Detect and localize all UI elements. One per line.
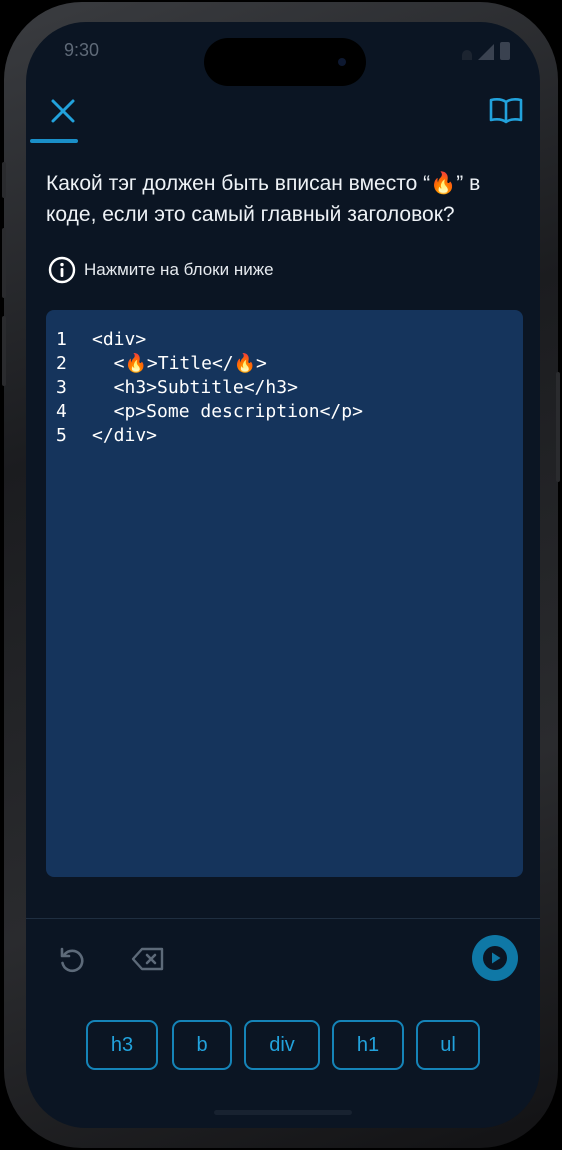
book-button[interactable]	[488, 96, 524, 126]
book-open-icon	[489, 98, 523, 124]
code-line: 2 <🔥>Title</🔥>	[56, 352, 363, 376]
code-text: <🔥>Title</🔥>	[92, 353, 267, 374]
battery-icon	[500, 42, 510, 60]
undo-button[interactable]	[54, 942, 90, 978]
undo-icon	[60, 947, 84, 973]
code-text: <h3>Subtitle</h3>	[92, 377, 298, 398]
phone-side-button	[2, 162, 6, 198]
close-tab-indicator	[30, 139, 78, 143]
hint-text: Нажмите на блоки ниже	[84, 260, 274, 279]
backspace-icon	[131, 947, 164, 971]
close-button[interactable]	[46, 94, 80, 128]
line-number: 4	[56, 401, 67, 422]
code-text: <p>Some description</p>	[92, 401, 363, 422]
phone-side-button	[556, 372, 560, 482]
line-number: 2	[56, 353, 67, 374]
question-text: Какой тэг должен быть вписан вместо “🔥” …	[46, 172, 481, 226]
code-text: </div>	[92, 425, 158, 446]
option-chip[interactable]: h3	[86, 1020, 158, 1070]
code-line: 5 </div>	[56, 424, 363, 448]
option-chip[interactable]: h1	[332, 1020, 404, 1070]
code-line: 4 <p>Some description</p>	[56, 400, 363, 424]
phone-side-button	[2, 228, 6, 298]
app-screen: 9:30 Какой тэг должен быть вписан вместо…	[26, 22, 540, 1128]
answer-options: h3 b div h1 ul	[26, 1020, 540, 1074]
code-line: 3 <h3>Subtitle</h3>	[56, 376, 363, 400]
backspace-button[interactable]	[130, 944, 166, 974]
code-text: <div>	[92, 329, 147, 350]
option-chip[interactable]: div	[244, 1020, 320, 1070]
hint: Нажмите на блоки ниже	[48, 256, 274, 284]
line-number: 5	[56, 425, 67, 446]
status-icons	[462, 42, 510, 60]
divider	[26, 918, 540, 919]
home-indicator	[214, 1110, 352, 1115]
line-number: 1	[56, 329, 67, 350]
status-time: 9:30	[64, 40, 100, 60]
option-chip[interactable]: ul	[416, 1020, 480, 1070]
wifi-icon	[462, 50, 472, 60]
code-lines: 1 <div> 2 <🔥>Title</🔥> 3 <h3>Subtitle</h…	[56, 328, 363, 448]
signal-icon	[478, 44, 494, 60]
code-editor: 1 <div> 2 <🔥>Title</🔥> 3 <h3>Subtitle</h…	[46, 310, 523, 877]
run-button[interactable]	[472, 935, 518, 981]
option-chip[interactable]: b	[172, 1020, 232, 1070]
phone-side-button	[2, 316, 6, 386]
line-number: 3	[56, 377, 67, 398]
dynamic-island	[204, 38, 366, 86]
close-icon	[51, 99, 75, 123]
code-line: 1 <div>	[56, 328, 363, 352]
info-icon	[48, 256, 76, 284]
phone-frame: 9:30 Какой тэг должен быть вписан вместо…	[2, 2, 560, 1148]
play-icon	[483, 946, 507, 970]
camera-icon	[338, 58, 346, 66]
